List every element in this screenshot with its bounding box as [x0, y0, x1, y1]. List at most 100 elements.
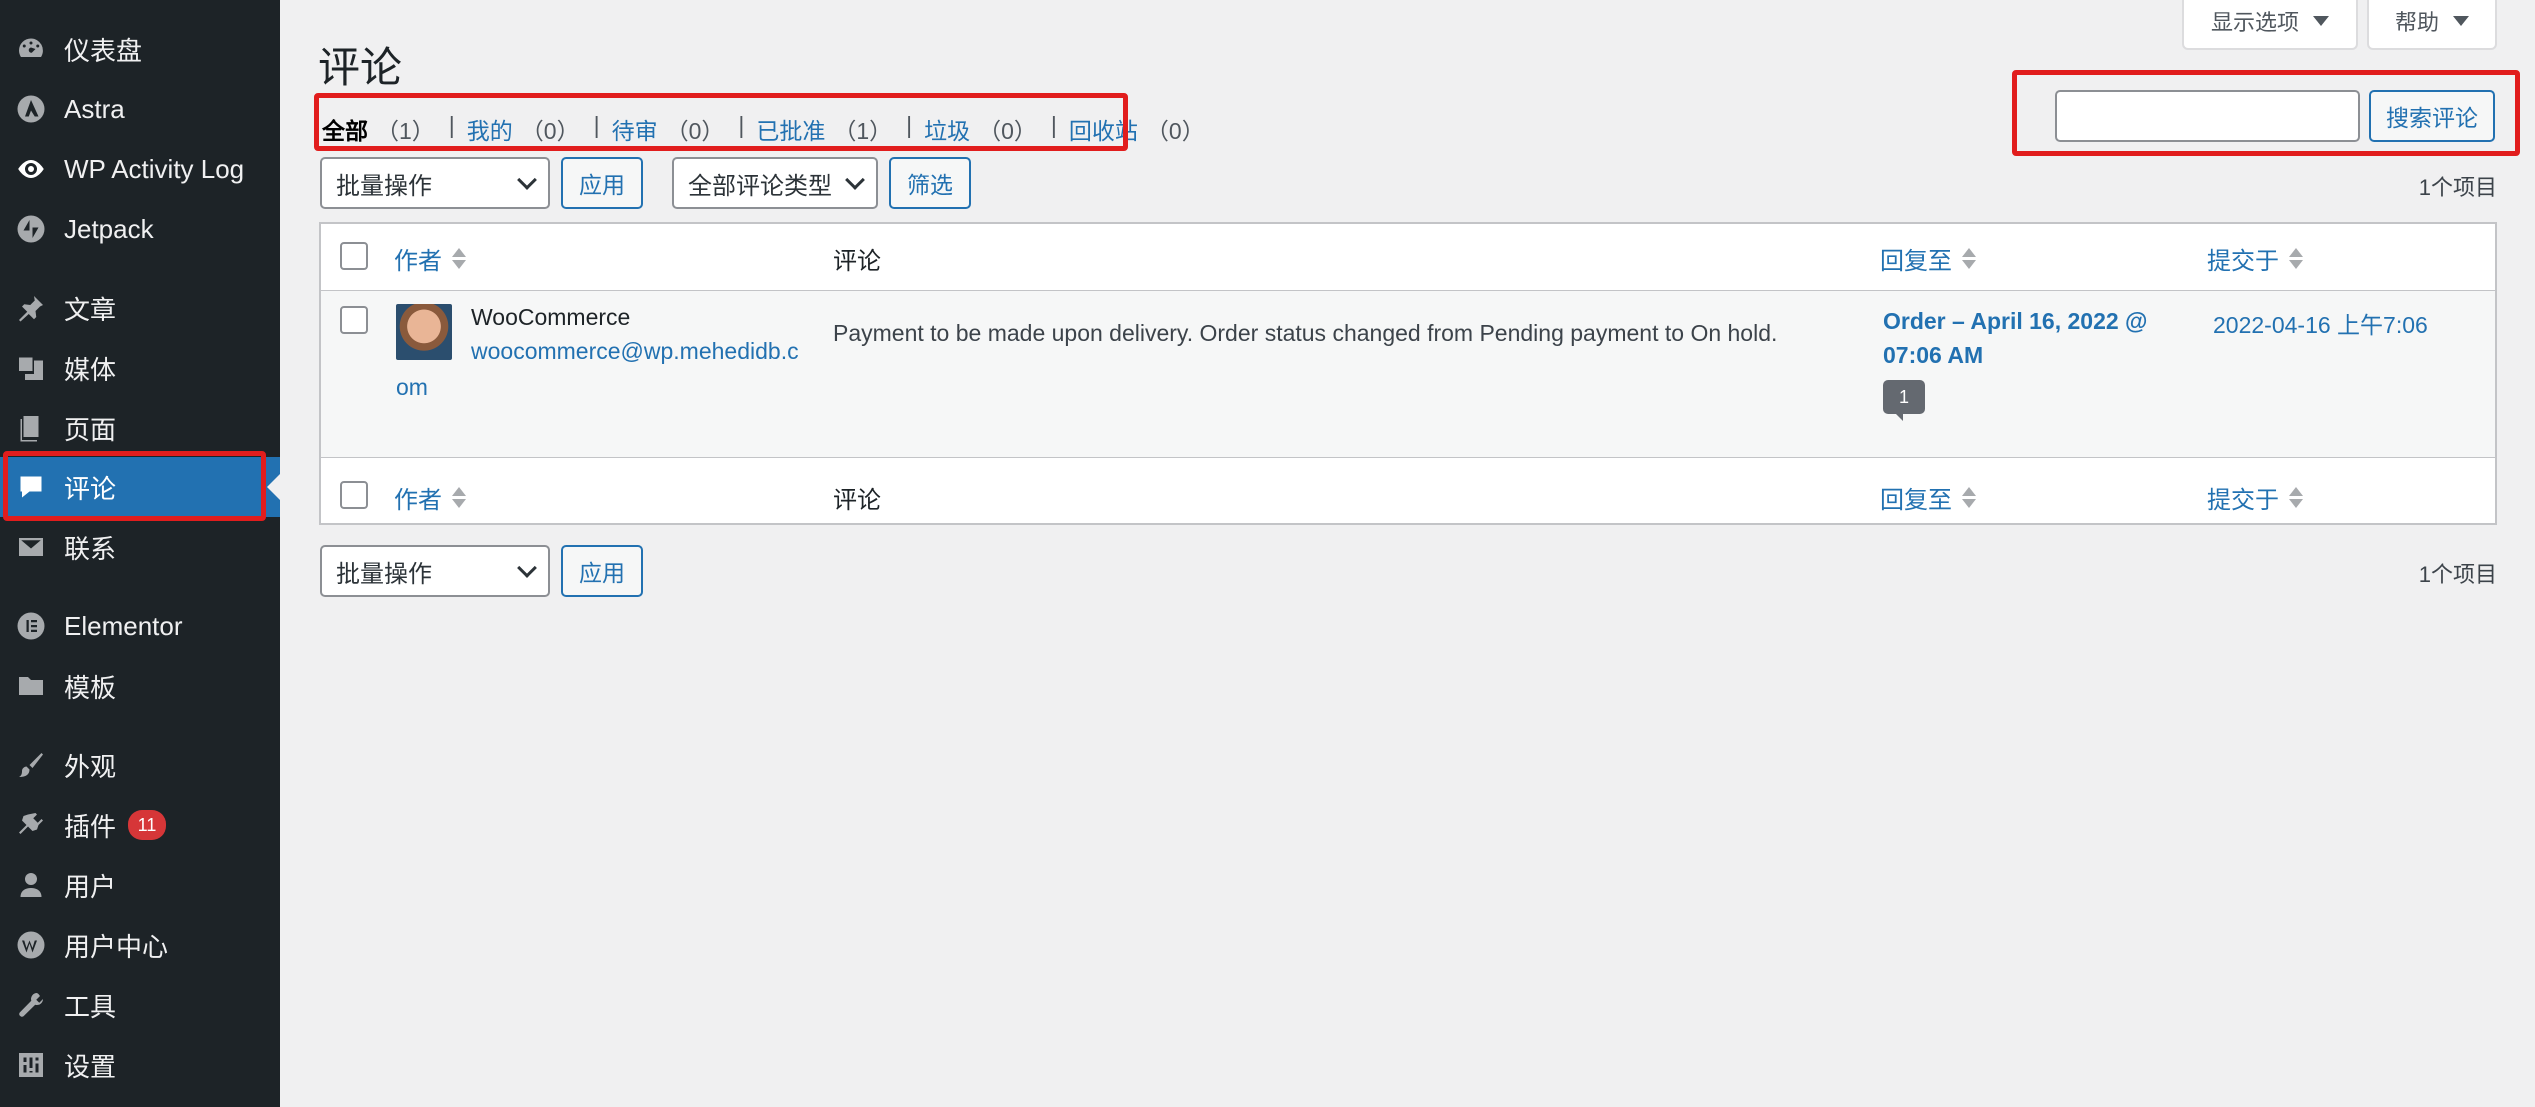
comment-text: Payment to be made upon delivery. Order …	[833, 320, 1778, 346]
header-label: 提交于	[2207, 248, 2279, 275]
apply-button-top[interactable]: 应用	[561, 157, 643, 209]
sidebar-item-astra[interactable]: Astra	[0, 79, 280, 139]
chevron-down-icon	[517, 558, 537, 578]
header-label: 回复至	[1880, 487, 1952, 514]
comment-bubble-tail	[1895, 413, 1903, 421]
caret-down-icon	[2313, 16, 2329, 26]
wrench-icon	[14, 988, 48, 1022]
reply-to-line: Order – April 16, 2022 @	[1883, 308, 2148, 334]
sidebar-item-label: 用户中心	[64, 931, 169, 962]
sidebar-item-user-center[interactable]: 用户中心	[0, 915, 280, 975]
dashboard-icon	[14, 32, 48, 66]
sort-icon	[2289, 248, 2303, 269]
sidebar-item-label: WP Activity Log	[64, 153, 245, 184]
comment-type-select[interactable]: 全部评论类型	[672, 157, 878, 209]
admin-sidebar: 仪表盘 Astra WP Activity Log Jetpack 文章 媒体 …	[0, 0, 280, 1107]
avatar	[396, 304, 452, 360]
filter-button[interactable]: 筛选	[889, 157, 971, 209]
sidebar-item-label: Jetpack	[64, 213, 154, 244]
sort-icon	[452, 248, 466, 269]
sidebar-item-label: 工具	[64, 991, 117, 1022]
sidebar-item-activity-log[interactable]: WP Activity Log	[0, 139, 280, 199]
jetpack-icon	[14, 212, 48, 246]
sidebar-item-label: 用户	[64, 871, 117, 902]
header-label: 作者	[394, 487, 442, 514]
sidebar-item-label: Astra	[64, 93, 125, 124]
sidebar-item-templates[interactable]: 模板	[0, 656, 280, 716]
items-count-bottom: 1个项目	[2418, 562, 2497, 587]
column-submitted-header[interactable]: 提交于	[2207, 241, 2303, 276]
column-author-header[interactable]: 作者	[394, 241, 466, 276]
header-label: 评论	[833, 248, 881, 275]
sidebar-item-pages[interactable]: 页面	[0, 398, 280, 458]
comment-author-email-wrap[interactable]: om	[396, 374, 428, 401]
sidebar-item-label: 模板	[64, 672, 117, 703]
sidebar-item-label: 插件	[64, 811, 117, 842]
sidebar-item-settings[interactable]: 设置	[0, 1035, 280, 1095]
sort-icon	[2289, 487, 2303, 508]
wp-icon	[14, 928, 48, 962]
header-label: 作者	[394, 248, 442, 275]
sidebar-item-dashboard[interactable]: 仪表盘	[0, 19, 280, 79]
sidebar-item-label: Elementor	[64, 610, 183, 641]
sidebar-item-label: 文章	[64, 294, 117, 325]
sidebar-item-posts[interactable]: 文章	[0, 278, 280, 338]
sidebar-item-media[interactable]: 媒体	[0, 338, 280, 398]
sidebar-item-label: 页面	[64, 414, 117, 445]
sort-icon	[1962, 487, 1976, 508]
sidebar-item-tools[interactable]: 工具	[0, 975, 280, 1035]
row-checkbox[interactable]	[340, 306, 368, 334]
help-button[interactable]: 帮助	[2367, 0, 2497, 50]
sidebar-item-label: 外观	[64, 751, 117, 782]
chevron-down-icon	[517, 170, 537, 190]
bulk-actions-select-top[interactable]: 批量操作	[320, 157, 550, 209]
sort-icon	[1962, 248, 1976, 269]
sidebar-item-label: 联系	[64, 533, 117, 564]
sidebar-item-jetpack[interactable]: Jetpack	[0, 199, 280, 259]
reply-to-line: 07:06 AM	[1883, 342, 1984, 368]
reply-to-link[interactable]: Order – April 16, 2022 @ 07:06 AM	[1883, 304, 2147, 372]
comment-count-bubble[interactable]: 1	[1883, 380, 1925, 414]
comment-author-email[interactable]: woocommerce@wp.mehedidb.c	[471, 338, 799, 365]
brush-icon	[14, 748, 48, 782]
help-label: 帮助	[2394, 10, 2439, 35]
column-submitted-footer[interactable]: 提交于	[2207, 480, 2303, 515]
column-reply-to-header[interactable]: 回复至	[1880, 241, 1976, 276]
apply-button-bottom[interactable]: 应用	[561, 545, 643, 597]
select-all-checkbox-top[interactable]	[340, 242, 368, 270]
sidebar-item-users[interactable]: 用户	[0, 855, 280, 915]
submitted-date-link[interactable]: 2022-04-16 上午7:06	[2213, 306, 2428, 340]
table-row	[321, 290, 2495, 458]
sidebar-item-contact[interactable]: 联系	[0, 517, 280, 577]
screen-options-button[interactable]: 显示选项	[2182, 0, 2358, 50]
mail-icon	[14, 530, 48, 564]
items-count-top: 1个项目	[2418, 175, 2497, 200]
active-indicator	[267, 474, 280, 500]
select-value: 批量操作	[336, 172, 432, 200]
media-icon	[14, 351, 48, 385]
header-label: 评论	[833, 487, 881, 514]
select-all-checkbox-bottom[interactable]	[340, 481, 368, 509]
plugin-icon	[14, 808, 48, 842]
pin-icon	[14, 291, 48, 325]
column-comment-header: 评论	[833, 241, 881, 276]
column-reply-to-footer[interactable]: 回复至	[1880, 480, 1976, 515]
highlight-box-sidebar	[3, 451, 266, 521]
select-value: 批量操作	[336, 560, 432, 588]
sidebar-item-elementor[interactable]: Elementor	[0, 596, 280, 656]
astra-icon	[14, 92, 48, 126]
highlight-box-filters	[314, 93, 1128, 151]
screen-options-label: 显示选项	[2210, 10, 2299, 35]
select-value: 全部评论类型	[688, 172, 832, 200]
sidebar-item-label: 媒体	[64, 354, 117, 385]
sidebar-item-plugins[interactable]: 插件 11	[0, 795, 280, 855]
header-label: 提交于	[2207, 487, 2279, 514]
eye-icon	[14, 152, 48, 186]
column-author-footer[interactable]: 作者	[394, 480, 466, 515]
bulk-actions-select-bottom[interactable]: 批量操作	[320, 545, 550, 597]
sidebar-item-label: 仪表盘	[64, 35, 143, 66]
sidebar-item-appearance[interactable]: 外观	[0, 735, 280, 795]
chevron-down-icon	[845, 170, 865, 190]
elementor-icon	[14, 609, 48, 643]
filter-count: （0）	[1145, 118, 1205, 144]
